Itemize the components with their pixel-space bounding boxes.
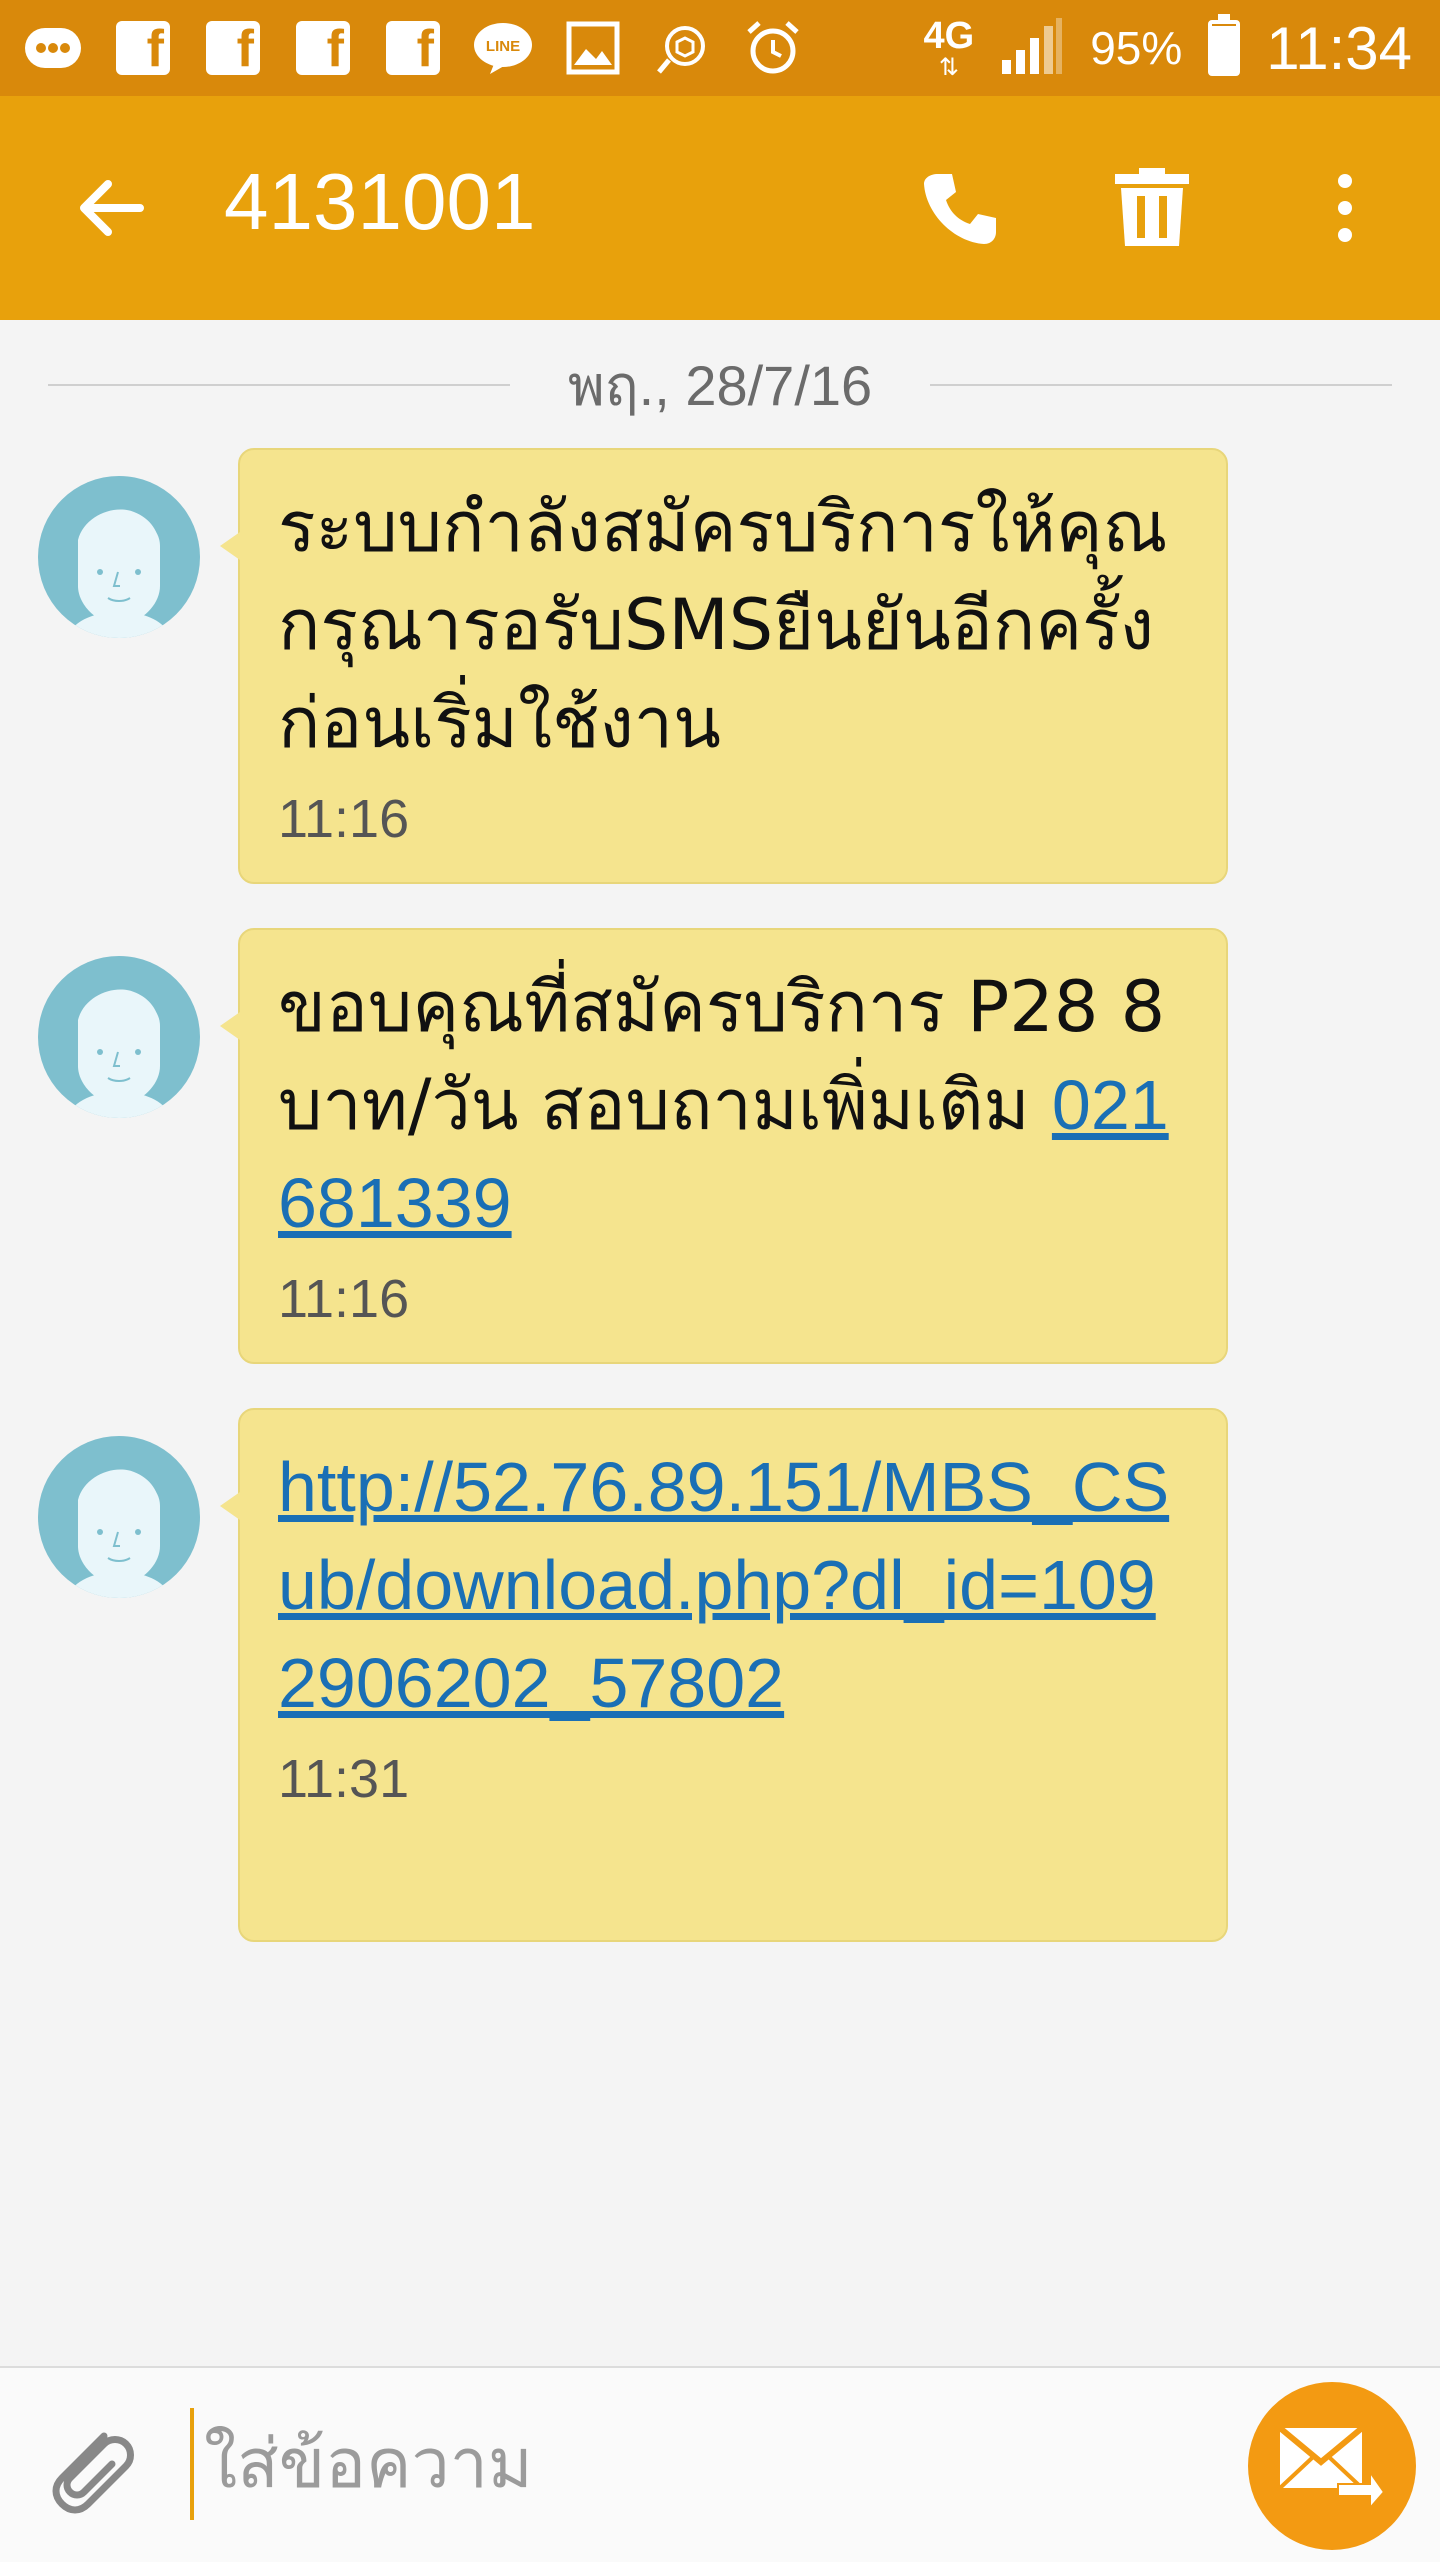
sync-icon [652,17,714,79]
avatar[interactable] [38,956,200,1118]
arrow-left-icon [80,180,144,236]
avatar[interactable] [38,476,200,638]
battery-icon [1208,14,1241,76]
contact-avatar-icon [66,1469,172,1598]
conversation-title: 4131001 [224,157,536,246]
status-bar: f f f f LINE 4G ⇅ 95% 11:34 [0,0,1440,96]
message-row: ระบบกำลังสมัครบริการให้คุณ กรุณารอรับSMS… [0,448,1440,884]
message-text: http://52.76.89.151/MBS_CSub/download.ph… [278,1438,1188,1732]
message-bubble[interactable]: ขอบคุณที่สมัครบริการ P28 8 บาท/วัน สอบถา… [220,928,1228,1364]
network-indicator: 4G ⇅ [924,17,975,79]
network-type: 4G [923,15,975,57]
divider [48,384,510,386]
delete-button[interactable] [1100,156,1204,260]
paperclip-icon [52,2432,134,2514]
app-bar: 4131001 [0,96,1440,320]
back-button[interactable] [64,160,160,256]
message-time: 11:31 [278,1749,410,1809]
message-row: ขอบคุณที่สมัครบริการ P28 8 บาท/วัน สอบถา… [0,928,1440,1364]
facebook-icon: f [382,17,444,79]
date-label: พฤ., 28/7/16 [567,353,873,417]
avatar[interactable] [38,1436,200,1598]
notification-icons: f f f f LINE [22,17,804,79]
message-time: 11:16 [278,789,410,849]
status-indicators: 4G ⇅ 95% 11:34 [924,0,1412,96]
message-bubble[interactable]: http://52.76.89.151/MBS_CSub/download.ph… [220,1408,1228,1942]
svg-text:LINE: LINE [486,38,520,55]
compose-bar [0,2366,1440,2562]
divider [930,384,1392,386]
battery-percent: 95% [1090,22,1183,74]
message-body: ขอบคุณที่สมัครบริการ P28 8 บาท/วัน สอบถา… [278,966,1166,1146]
contact-avatar-icon [66,989,172,1118]
call-button[interactable] [908,156,1012,260]
facebook-icon: f [202,17,264,79]
trash-icon [1115,168,1189,246]
date-separator: พฤ., 28/7/16 [48,340,1392,430]
battery-level [1212,26,1237,72]
facebook-icon: f [292,17,354,79]
message-bubble[interactable]: ระบบกำลังสมัครบริการให้คุณ กรุณารอรับSMS… [220,448,1228,884]
line-icon: LINE [472,17,534,79]
clock: 11:34 [1266,14,1412,82]
attach-button[interactable] [40,2418,140,2518]
signal-icon [1000,16,1064,80]
message-time: 11:16 [278,1269,410,1329]
gallery-icon [562,17,624,79]
url-link[interactable]: http://52.76.89.151/MBS_CSub/download.ph… [278,1448,1169,1722]
send-message-icon [1278,2425,1386,2508]
message-text: ระบบกำลังสมัครบริการให้คุณ กรุณารอรับSMS… [278,486,1168,764]
contact-avatar-icon [66,509,172,638]
send-button[interactable] [1248,2382,1416,2550]
phone-icon [924,174,996,244]
message-row: http://52.76.89.151/MBS_CSub/download.ph… [0,1408,1440,1942]
message-input[interactable] [190,2408,1206,2520]
data-arrows-icon: ⇅ [938,53,959,81]
facebook-icon: f [112,17,174,79]
more-notifications-icon [22,17,84,79]
more-vertical-icon [1338,174,1352,242]
more-options-button[interactable] [1300,156,1390,260]
message-text: ขอบคุณที่สมัครบริการ P28 8 บาท/วัน สอบถา… [278,958,1188,1252]
alarm-icon [742,17,804,79]
